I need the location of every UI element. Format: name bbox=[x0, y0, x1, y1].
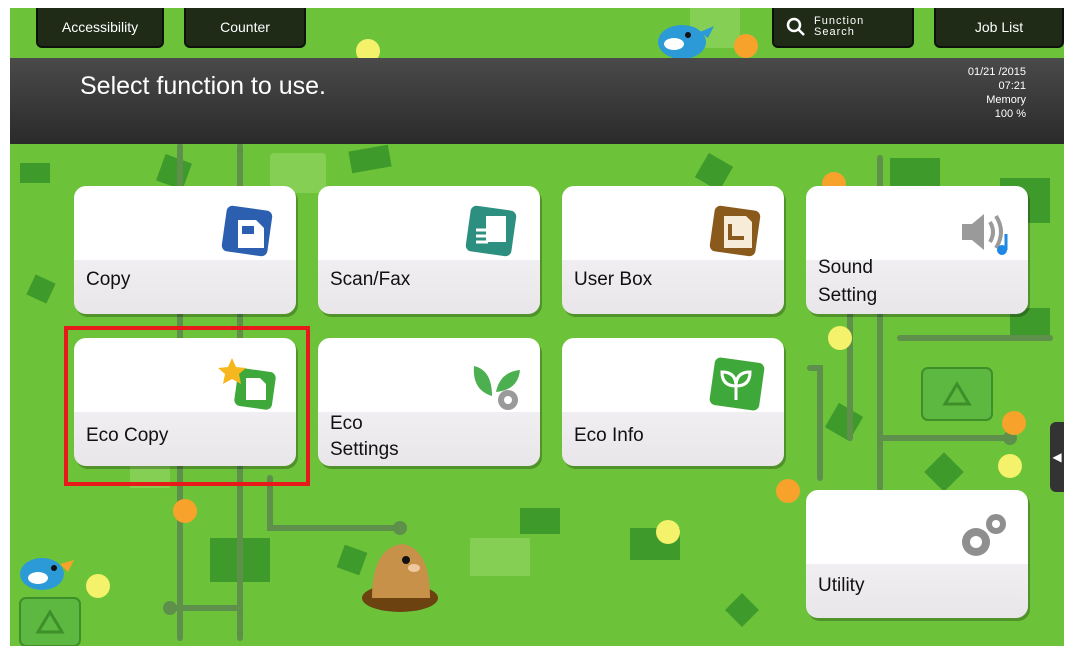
chevron-left-icon: ◀ bbox=[1052, 450, 1062, 464]
utility-button[interactable]: Utility bbox=[806, 490, 1028, 618]
scan-fax-button[interactable]: Scan/Fax bbox=[318, 186, 540, 314]
user-box-label: User Box bbox=[574, 269, 653, 290]
sound-setting-label-line2: Setting bbox=[818, 285, 878, 306]
eco-info-button[interactable]: Eco Info bbox=[562, 338, 784, 466]
status-date: 01/21 /2015 bbox=[967, 66, 1026, 78]
scan-fax-icon bbox=[465, 205, 517, 257]
bird-icon bbox=[20, 558, 74, 590]
copy-label: Copy bbox=[86, 269, 131, 290]
counter-button[interactable]: Counter bbox=[184, 8, 306, 48]
message-text: Select function to use. bbox=[80, 72, 326, 100]
eco-settings-button[interactable]: Eco Settings bbox=[318, 338, 540, 466]
function-search-button[interactable]: Function Search bbox=[772, 8, 914, 48]
selection-highlight bbox=[64, 326, 310, 486]
function-search-label: Function Search bbox=[814, 15, 865, 38]
speaker-icon bbox=[962, 214, 1008, 255]
gears-icon bbox=[962, 514, 1006, 556]
user-box-button[interactable]: User Box bbox=[562, 186, 784, 314]
bird-icon bbox=[658, 25, 714, 59]
copy-icon bbox=[221, 205, 273, 257]
message-bar: Select function to use. 01/21 /2015 07:2… bbox=[10, 58, 1064, 144]
eco-settings-label-line2: Settings bbox=[330, 439, 399, 460]
leaf-icon bbox=[709, 357, 765, 411]
user-box-icon bbox=[709, 205, 761, 257]
sound-setting-button[interactable]: Sound Setting bbox=[806, 186, 1028, 314]
copy-button[interactable]: Copy bbox=[74, 186, 296, 314]
side-panel-arrow[interactable]: ◀ bbox=[1050, 422, 1064, 492]
sound-setting-label-line1: Sound bbox=[818, 257, 873, 278]
job-list-label: Job List bbox=[974, 19, 1024, 35]
scan-fax-label: Scan/Fax bbox=[330, 269, 411, 290]
status-time: 07:21 bbox=[998, 80, 1026, 92]
eco-settings-label-line1: Eco bbox=[330, 413, 363, 434]
leaf-gear-icon bbox=[473, 366, 520, 410]
search-icon bbox=[786, 17, 805, 36]
job-list-button[interactable]: Job List bbox=[934, 8, 1064, 48]
status-memory-label: Memory bbox=[986, 94, 1026, 106]
accessibility-button[interactable]: Accessibility bbox=[36, 8, 164, 48]
accessibility-label: Accessibility bbox=[61, 19, 139, 35]
status-memory-value: 100 % bbox=[994, 108, 1026, 120]
utility-label: Utility bbox=[818, 575, 865, 596]
eco-info-label: Eco Info bbox=[574, 425, 644, 446]
counter-label: Counter bbox=[220, 19, 270, 35]
mole-icon bbox=[362, 544, 438, 612]
home-screen: Accessibility Counter Function Search Jo… bbox=[10, 8, 1064, 646]
